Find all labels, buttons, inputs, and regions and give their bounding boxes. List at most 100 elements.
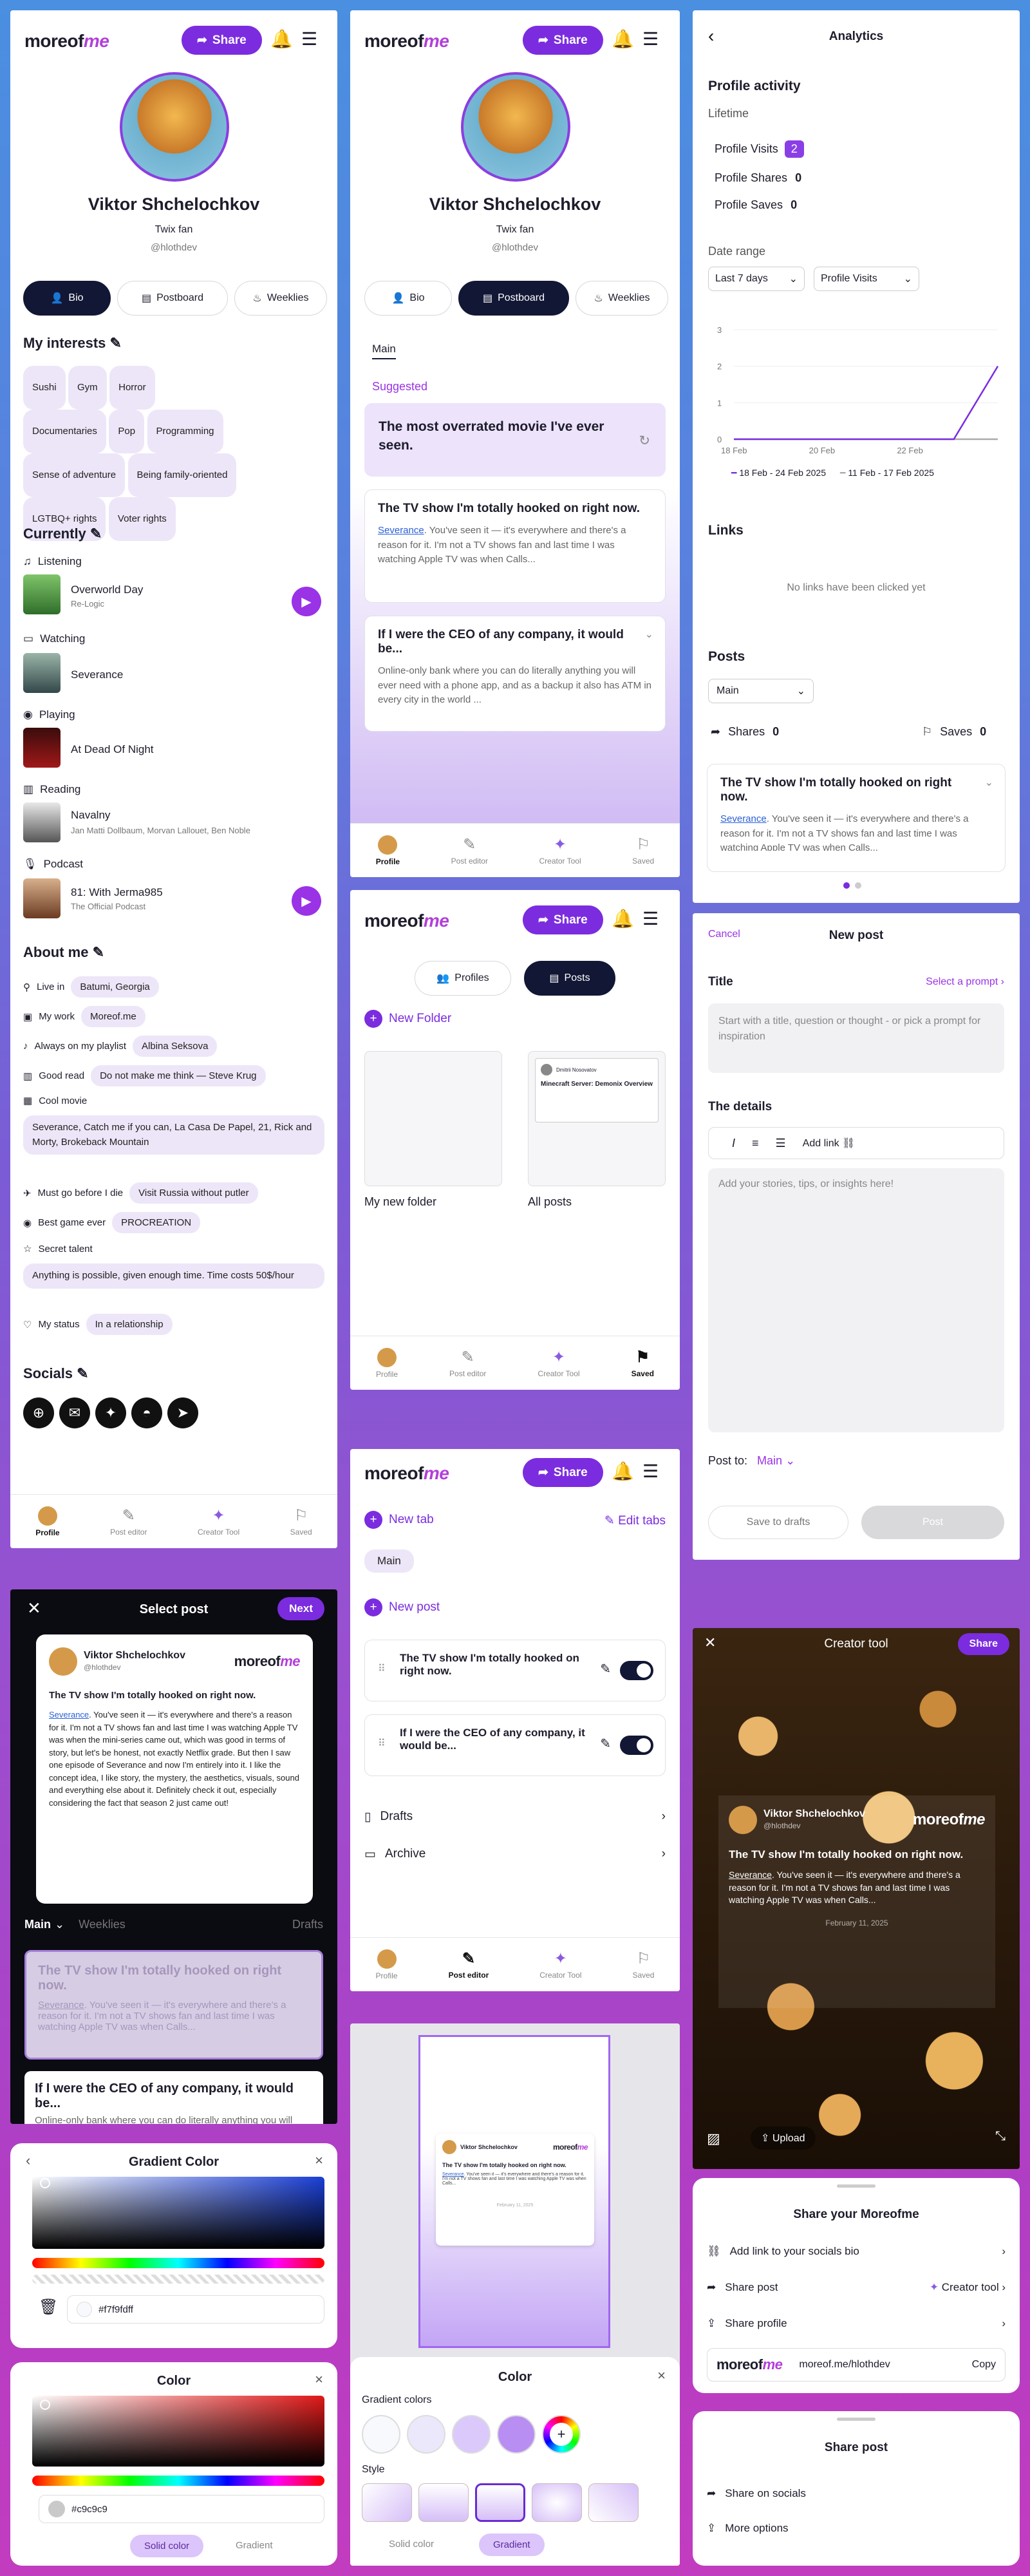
drag-handle-icon[interactable]: ⠿ (378, 1737, 386, 1750)
tab-drafts[interactable]: Drafts (292, 1918, 323, 1931)
dot-active[interactable] (843, 882, 850, 889)
color-swatch[interactable] (497, 2415, 536, 2454)
nav-profile[interactable]: Profile (376, 1347, 398, 1379)
image-icon[interactable]: ▨ (707, 2130, 720, 2147)
play-button[interactable]: ▶ (292, 886, 321, 916)
nav-creator-tool[interactable]: ✦ Creator Tool (539, 1949, 581, 1980)
selected-post[interactable]: The TV show I'm totally hooked on right … (24, 1950, 323, 2060)
app-logo[interactable]: moreofme (364, 1463, 449, 1484)
telegram-icon[interactable]: ➤ (167, 1397, 198, 1428)
saturation-area[interactable] (32, 2396, 324, 2467)
tab-bio[interactable]: 👤 Bio (23, 281, 111, 316)
share-button[interactable]: ➦ Share (523, 1458, 603, 1487)
globe-icon[interactable]: ⊕ (23, 1397, 54, 1428)
dot[interactable] (855, 882, 861, 889)
editor-post-row[interactable]: ⠿ If I were the CEO of any company, it wo… (364, 1714, 666, 1776)
app-logo[interactable]: moreofme (24, 31, 109, 52)
play-button[interactable]: ▶ (292, 587, 321, 616)
app-logo[interactable]: moreofme (364, 31, 449, 52)
tab-weeklies[interactable]: ♨ Weeklies (234, 281, 327, 316)
pencil-icon[interactable]: ✎ (93, 944, 104, 960)
bullet-list-icon[interactable]: ☰ (776, 1137, 786, 1150)
next-button[interactable]: Next (277, 1597, 324, 1620)
story-canvas[interactable]: Viktor Shchelochkov moreofme The TV show … (418, 2035, 610, 2348)
severance-link[interactable]: Severance (49, 1710, 89, 1719)
color-swatch[interactable] (452, 2415, 491, 2454)
add-link-row[interactable]: ⛓ Add link to your socials bio › (707, 2245, 1006, 2258)
menu-icon[interactable]: ☰ (642, 28, 659, 50)
share-post-row[interactable]: ➦ Share post ✦ Creator tool › (707, 2281, 1006, 2294)
hex-input[interactable]: #c9c9c9 (39, 2495, 324, 2523)
archive-row[interactable]: ▭ Archive › (364, 1847, 666, 1862)
editor-post-row[interactable]: ⠿ The TV show I'm totally hooked on right… (364, 1640, 666, 1701)
saturation-area[interactable] (32, 2177, 324, 2249)
app-logo[interactable]: moreofme (364, 911, 449, 931)
style-option[interactable] (532, 2483, 582, 2522)
posts-select[interactable]: Main ⌄ (708, 679, 814, 703)
italic-icon[interactable]: I (732, 1137, 735, 1150)
nav-saved[interactable]: ⚐ Saved (632, 835, 654, 866)
hue-slider[interactable] (32, 2258, 324, 2268)
close-icon[interactable]: × (657, 2367, 666, 2384)
nav-profile[interactable]: Profile (376, 835, 400, 866)
tab-postboard[interactable]: ▤ Postboard (117, 281, 228, 316)
hex-input[interactable]: #f7f9fdff (67, 2295, 324, 2324)
picker-handle[interactable] (40, 2400, 50, 2410)
nav-post-editor[interactable]: ✎ Post editor (449, 1348, 486, 1378)
new-post-button[interactable]: + New post (364, 1598, 440, 1616)
nav-profile[interactable]: Profile (35, 1506, 60, 1537)
tab-profiles[interactable]: 👥 Profiles (415, 961, 511, 996)
nav-saved[interactable]: ⚐ Saved (632, 1949, 654, 1980)
nav-profile[interactable]: Profile (376, 1949, 398, 1980)
copy-button[interactable]: Copy (972, 2359, 996, 2371)
nav-creator-tool[interactable]: ✦ Creator Tool (198, 1506, 239, 1537)
style-option[interactable] (362, 2483, 412, 2522)
visibility-toggle[interactable] (620, 1736, 653, 1755)
tab-weeklies[interactable]: ♨ Weeklies (576, 281, 668, 316)
new-folder-button[interactable]: + New Folder (364, 1010, 451, 1028)
folder-empty[interactable] (364, 1051, 502, 1186)
range-select[interactable]: Last 7 days ⌄ (708, 267, 805, 291)
post-option[interactable]: If I were the CEO of any company, it wou… (24, 2071, 323, 2124)
style-option[interactable] (418, 2483, 469, 2522)
post-card[interactable]: The TV show I'm totally hooked on right … (364, 489, 666, 603)
close-icon[interactable]: × (315, 2371, 323, 2388)
pencil-icon[interactable]: ✎ (600, 1661, 611, 1677)
nav-post-editor[interactable]: ✎ Post editor (451, 835, 488, 866)
edit-tabs-button[interactable]: ✎ Edit tabs (604, 1513, 666, 1528)
tab-posts[interactable]: ▤ Posts (524, 961, 615, 996)
analytics-post-card[interactable]: The TV show I'm totally hooked on right … (707, 764, 1006, 872)
nav-saved[interactable]: ⚑ Saved (632, 1348, 654, 1378)
overlay-card[interactable]: Viktor Shchelochkov @hlothdev moreofme The… (718, 1795, 995, 2008)
nav-saved[interactable]: ⚐ Saved (290, 1506, 312, 1537)
suggested-card[interactable]: The most overrated movie I've ever seen.… (364, 403, 666, 477)
trash-icon[interactable]: 🗑 (39, 2298, 58, 2316)
share-profile-row[interactable]: ⇪ Share profile › (707, 2317, 1006, 2330)
resize-icon[interactable]: ⤡ (995, 2129, 1006, 2144)
share-button[interactable]: ➦ Share (182, 26, 262, 55)
color-swatch[interactable] (407, 2415, 445, 2454)
nav-post-editor[interactable]: ✎ Post editor (110, 1506, 147, 1537)
tab-main[interactable]: Main (364, 1549, 414, 1573)
nav-creator-tool[interactable]: ✦ Creator Tool (538, 1348, 579, 1378)
severance-link[interactable]: Severance (720, 813, 767, 824)
select-prompt-link[interactable]: Select a prompt › (926, 976, 1004, 988)
metric-select[interactable]: Profile Visits ⌄ (814, 267, 919, 291)
solid-color-tab[interactable]: Solid color (130, 2535, 204, 2557)
drag-handle-icon[interactable]: ⠿ (378, 1662, 386, 1675)
add-color-icon[interactable]: + (542, 2415, 581, 2454)
bell-icon[interactable]: 🔔 (612, 28, 634, 50)
mail-icon[interactable]: ✉ (59, 1397, 90, 1428)
ordered-list-icon[interactable]: ≡ (752, 1137, 759, 1150)
board-tab-main[interactable]: Main (372, 343, 396, 359)
menu-icon[interactable]: ☰ (642, 908, 659, 929)
pencil-icon[interactable]: ✎ (600, 1736, 611, 1752)
add-link-button[interactable]: Add link ⛓ (803, 1137, 856, 1150)
gradient-tab[interactable]: Gradient (236, 2540, 273, 2551)
tab-postboard[interactable]: ▤ Postboard (458, 281, 569, 316)
alpha-slider[interactable] (32, 2275, 324, 2284)
github-icon[interactable]: ◓ (131, 1397, 162, 1428)
hue-slider[interactable] (32, 2476, 324, 2486)
gradient-tab[interactable]: Gradient (479, 2533, 545, 2556)
pencil-icon[interactable]: ✎ (90, 526, 102, 542)
